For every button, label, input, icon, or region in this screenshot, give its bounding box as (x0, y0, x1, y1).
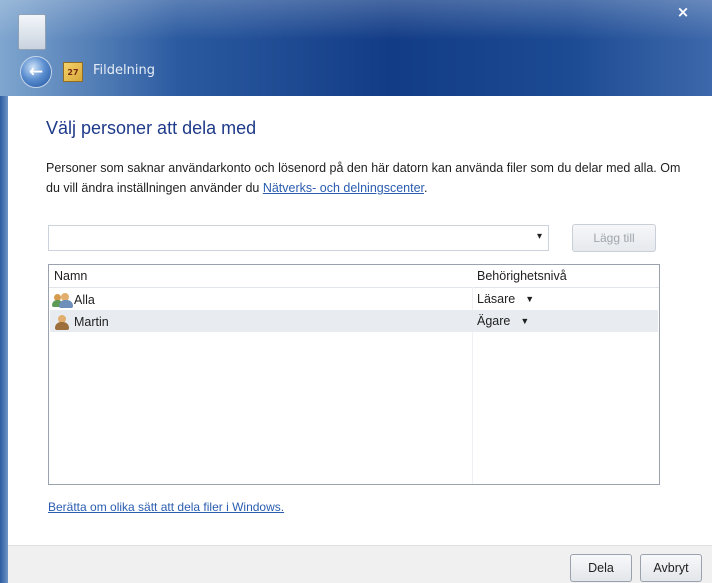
app-icon-label: 27 (67, 67, 79, 77)
dropdown-arrow-icon[interactable]: ▾ (537, 231, 542, 242)
table-row[interactable]: Alla Läsare ▼ (50, 288, 658, 310)
column-header-permission[interactable]: Behörighetsnivå (477, 269, 567, 283)
description-text: Personer som saknar användarkonto och lö… (46, 158, 686, 198)
document-icon (18, 14, 46, 50)
column-header-name[interactable]: Namn (54, 269, 87, 283)
cell-name: Alla (52, 292, 95, 308)
file-sharing-app-icon: 27 (63, 62, 83, 82)
row-name-label: Martin (74, 315, 109, 329)
user-select-combobox[interactable]: ▾ (48, 225, 549, 251)
add-button[interactable]: Lägg till (572, 224, 656, 252)
page-heading: Välj personer att dela med (46, 118, 257, 138)
permission-dropdown[interactable]: Ägare ▼ (477, 314, 529, 328)
permission-dropdown[interactable]: Läsare ▼ (477, 292, 534, 306)
window-title: Fildelning (93, 63, 155, 78)
table-header: Namn Behörighetsnivå (49, 265, 659, 288)
share-button[interactable]: Dela (570, 554, 632, 582)
left-frame-edge (0, 96, 8, 583)
group-user-body-front (59, 300, 73, 308)
title-bar-shine (0, 0, 712, 40)
permission-label: Läsare (477, 292, 516, 306)
dialog-button-bar: Dela Avbryt (8, 545, 712, 583)
caret-down-icon[interactable]: ▼ (525, 294, 534, 304)
permission-label: Ägare (477, 314, 511, 328)
main-content: Välj personer att dela med Personer som … (8, 96, 712, 545)
user-icon (54, 314, 70, 330)
close-button[interactable]: × (660, 2, 706, 22)
network-sharing-center-link[interactable]: Nätverks- och delningscenter (263, 181, 424, 195)
description-suffix: . (424, 181, 428, 195)
help-link[interactable]: Berätta om olika sätt att dela filer i W… (48, 500, 284, 514)
sharing-table: Namn Behörighetsnivå Alla Läsare ▼ Marti… (48, 264, 660, 485)
row-name-label: Alla (74, 293, 95, 307)
group-users-icon (52, 292, 73, 308)
caret-down-icon[interactable]: ▼ (520, 316, 529, 326)
title-bar: × ← 27 Fildelning (0, 0, 712, 96)
file-sharing-window: × ← 27 Fildelning Välj personer att dela… (0, 0, 712, 583)
cell-name: Martin (54, 314, 109, 330)
back-button[interactable]: ← (20, 56, 52, 88)
user-body (55, 322, 69, 330)
close-icon: × (676, 3, 690, 21)
table-row[interactable]: Martin Ägare ▼ (50, 310, 658, 332)
back-arrow-icon: ← (28, 62, 44, 82)
cancel-button[interactable]: Avbryt (640, 554, 702, 582)
